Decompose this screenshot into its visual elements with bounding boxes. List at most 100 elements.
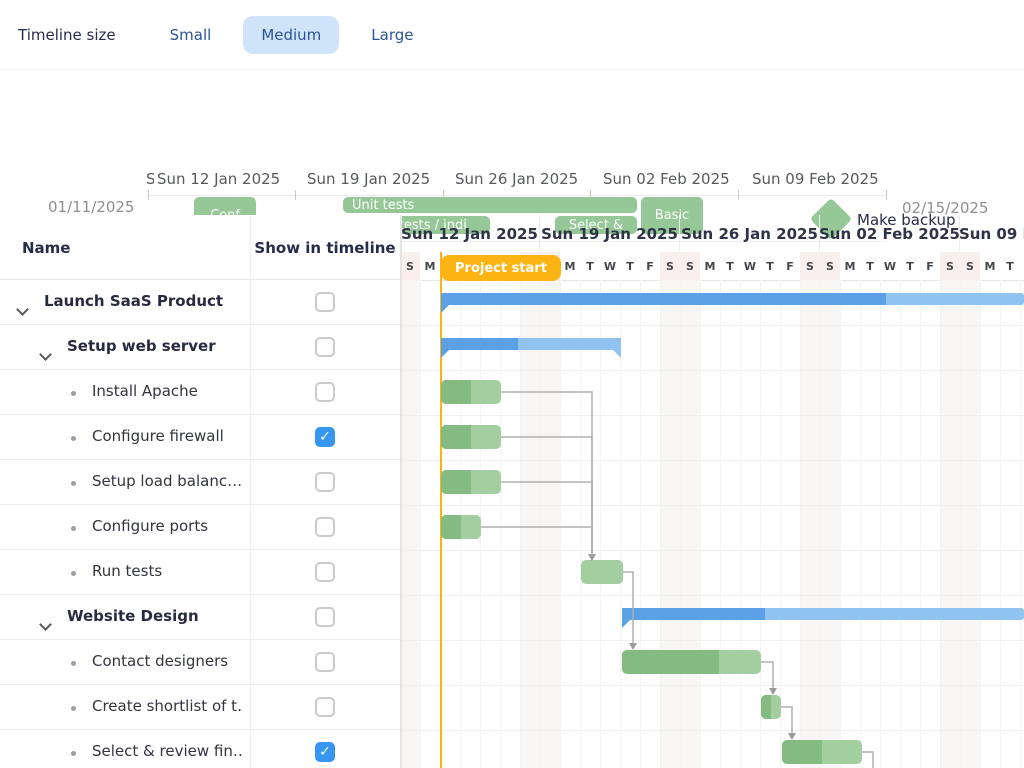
progress-fill [441, 470, 471, 494]
timeline-size-large-button[interactable]: Large [353, 16, 431, 54]
gantt-bar-create-shortlist-of-t[interactable] [761, 695, 781, 719]
summary-left-tail [622, 620, 630, 628]
chart-week-header: Sun 12 Jan 2025 [402, 215, 540, 252]
gantt-bar-website-design[interactable] [622, 608, 1024, 620]
chart-day-header: T [1000, 252, 1020, 280]
show-in-timeline-checkbox[interactable]: ✓ [315, 742, 335, 762]
show-in-timeline-checkbox[interactable] [315, 292, 335, 312]
grid-header: Name Show in timeline [0, 215, 400, 280]
overview-week-label: Sun 19 Jan 2025 [307, 170, 430, 188]
column-header-show-in-timeline: Show in timeline [250, 215, 400, 280]
task-name: Setup load balanc… [92, 472, 242, 490]
chart-day-header: S [960, 252, 980, 280]
timeline-size-medium-button[interactable]: Medium [243, 16, 339, 54]
task-bullet-icon [71, 661, 76, 666]
chart-day-header: W [740, 252, 760, 280]
task-bullet-icon [71, 706, 76, 711]
weekend-shading [402, 280, 420, 768]
day-gridline [900, 280, 901, 768]
day-gridline [760, 280, 761, 768]
show-in-timeline-checkbox[interactable] [315, 382, 335, 402]
overview-task-bar[interactable]: Unit tests [343, 197, 637, 213]
chart-day-header: T [580, 252, 600, 280]
chart-week-header: Sun 19 Jan 2025 [540, 215, 680, 252]
grid-rows: Launch SaaS Product Setup web server Insta… [0, 280, 400, 768]
show-in-timeline-checkbox[interactable] [315, 607, 335, 627]
row-gridline [402, 370, 1024, 371]
chart-day-header: S [660, 252, 680, 280]
gantt-bar-select-review-fin[interactable] [782, 740, 862, 764]
timeline-size-small-button[interactable]: Small [152, 16, 230, 54]
row-gridline [402, 730, 1024, 731]
expand-chevron-icon[interactable] [41, 344, 50, 363]
summary-left-tail [441, 305, 449, 313]
task-row-5[interactable]: Configure ports [0, 505, 400, 550]
task-grid-panel: Name Show in timeline Launch SaaS Produc… [0, 215, 400, 768]
show-in-timeline-checkbox[interactable] [315, 472, 335, 492]
gantt-bar-contact-designers[interactable] [622, 650, 761, 674]
gantt-bar-setup-load-balanc[interactable] [441, 470, 501, 494]
chart-day-header: M [840, 252, 860, 280]
show-in-timeline-checkbox[interactable] [315, 697, 335, 717]
task-name: Website Design [67, 607, 199, 625]
show-in-timeline-checkbox[interactable]: ✓ [315, 427, 335, 447]
task-row-0[interactable]: Launch SaaS Product [0, 280, 400, 325]
show-in-timeline-checkbox[interactable] [315, 652, 335, 672]
column-header-name: Name [22, 215, 70, 280]
task-row-3[interactable]: Configure firewall✓ [0, 415, 400, 460]
task-row-4[interactable]: Setup load balanc… [0, 460, 400, 505]
gantt-bar-run-tests[interactable] [581, 560, 623, 584]
day-gridline [840, 280, 841, 768]
progress-fill [441, 293, 886, 305]
task-name: Setup web server [67, 337, 216, 355]
gantt-bar-configure-firewall[interactable] [441, 425, 501, 449]
day-gridline [800, 280, 801, 768]
task-name: Configure ports [92, 517, 208, 535]
task-row-9[interactable]: Create shortlist of t… [0, 685, 400, 730]
show-in-timeline-checkbox[interactable] [315, 337, 335, 357]
overview-week-tick [738, 190, 739, 200]
gantt-bar-install-apache[interactable] [441, 380, 501, 404]
row-gridline [402, 595, 1024, 596]
chart-day-header: S [820, 252, 840, 280]
chart-day-header: T [620, 252, 640, 280]
task-bullet-icon [71, 391, 76, 396]
chart-week-header: Sun 09 Feb 2025 [960, 215, 1024, 252]
timeline-size-button-group: Small Medium Large [152, 16, 446, 54]
day-gridline [640, 280, 641, 768]
show-in-timeline-checkbox[interactable] [315, 517, 335, 537]
overview-header-divider [148, 195, 886, 196]
day-gridline [1020, 280, 1021, 768]
task-row-8[interactable]: Contact designers [0, 640, 400, 685]
expand-chevron-icon[interactable] [41, 614, 50, 633]
task-name: Run tests [92, 562, 162, 580]
task-row-10[interactable]: Select & review fin…✓ [0, 730, 400, 768]
task-row-1[interactable]: Setup web server [0, 325, 400, 370]
day-gridline [500, 280, 501, 768]
task-row-7[interactable]: Website Design [0, 595, 400, 640]
task-row-2[interactable]: Install Apache [0, 370, 400, 415]
progress-fill [441, 425, 471, 449]
gantt-app: Timeline size SmallMediumLarge 01/11/202… [0, 0, 1024, 768]
chart-day-header: T [760, 252, 780, 280]
task-name: Contact designers [92, 652, 228, 670]
show-in-timeline-checkbox[interactable] [315, 562, 335, 582]
task-row-6[interactable]: Run tests [0, 550, 400, 595]
gantt-bar-configure-ports[interactable] [441, 515, 481, 539]
day-gridline [960, 280, 961, 768]
toolbar: Timeline size SmallMediumLarge [0, 0, 1024, 70]
chart-body [402, 280, 1024, 768]
chart-day-header: M [560, 252, 580, 280]
expand-chevron-icon[interactable] [18, 299, 27, 318]
progress-fill [441, 338, 518, 350]
day-gridline [700, 280, 701, 768]
day-gridline [560, 280, 561, 768]
gantt-bar-launch-saas-product[interactable] [441, 293, 1024, 305]
chart-day-header: T [900, 252, 920, 280]
progress-fill [622, 608, 765, 620]
row-gridline [402, 325, 1024, 326]
gantt-bar-setup-web-server[interactable] [441, 338, 621, 350]
summary-left-tail [441, 350, 449, 358]
progress-fill [441, 515, 461, 539]
overview-start-date: 01/11/2025 [48, 198, 134, 216]
